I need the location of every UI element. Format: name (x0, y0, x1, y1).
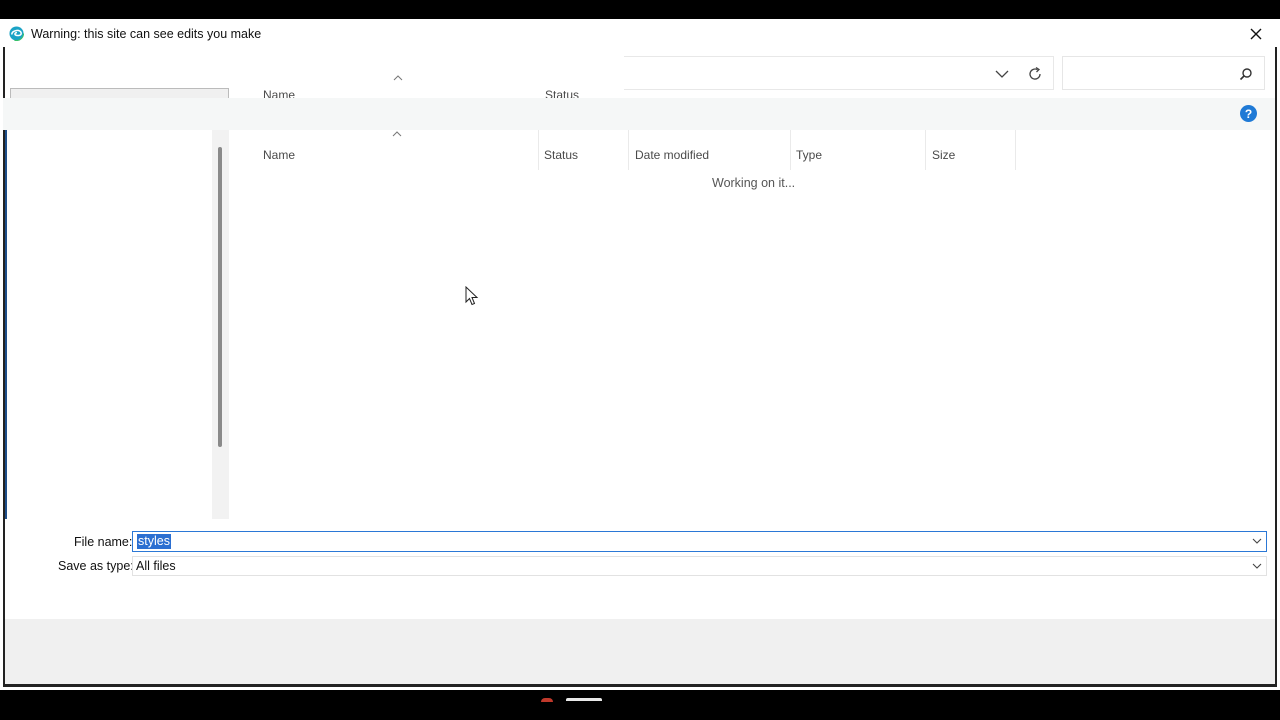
save-as-type-select[interactable]: All files (132, 556, 1267, 576)
taskbar-app-icon[interactable] (541, 698, 553, 702)
dialog-footer (5, 619, 1275, 684)
save-as-type-value[interactable]: All files (136, 559, 176, 573)
column-divider[interactable] (1015, 130, 1016, 170)
column-header-date-modified[interactable]: Date modified (635, 147, 709, 169)
column-header-status[interactable]: Status (544, 147, 578, 169)
sort-up-icon (392, 131, 402, 137)
navigation-scrollbar-thumb[interactable] (218, 147, 222, 447)
taskbar-app-indicator[interactable] (566, 698, 602, 701)
sort-up-icon (393, 75, 403, 81)
chevron-down-icon[interactable] (1252, 561, 1262, 571)
close-icon (1250, 28, 1262, 40)
chevron-down-icon[interactable] (994, 66, 1010, 82)
navigation-pane[interactable] (5, 130, 212, 519)
taskbar (0, 690, 1280, 720)
address-bar[interactable] (624, 56, 1054, 90)
dialog-title: Warning: this site can see edits you mak… (31, 27, 262, 41)
save-as-type-label: Save as type: (58, 559, 134, 573)
save-dialog: Warning: this site can see edits you mak… (0, 19, 1280, 690)
column-divider[interactable] (925, 130, 926, 170)
column-header-name[interactable]: Name (263, 147, 295, 169)
column-header-type[interactable]: Type (796, 147, 822, 169)
help-button[interactable]: ? (1240, 105, 1257, 122)
dialog-titlebar: Warning: this site can see edits you mak… (0, 19, 1280, 48)
loading-message: Working on it... (712, 176, 796, 190)
refresh-icon[interactable] (1026, 65, 1044, 83)
column-header-size[interactable]: Size (932, 147, 955, 169)
file-list[interactable]: Name Status Date modified Type Size Work… (229, 130, 1275, 519)
close-button[interactable] (1244, 23, 1268, 45)
mouse-cursor-icon (465, 286, 479, 306)
edge-icon (9, 26, 24, 41)
search-input[interactable] (1062, 56, 1265, 90)
column-divider[interactable] (790, 130, 791, 170)
chevron-down-icon[interactable] (1252, 536, 1262, 546)
file-name-value[interactable]: styles (137, 534, 171, 549)
file-name-label: File name: (74, 535, 133, 549)
search-icon[interactable] (1238, 66, 1254, 82)
screen-top-bar (0, 0, 1280, 19)
column-divider[interactable] (538, 130, 539, 170)
file-name-field[interactable]: styles (132, 531, 1267, 552)
command-bar (3, 98, 1275, 130)
column-divider[interactable] (628, 130, 629, 170)
